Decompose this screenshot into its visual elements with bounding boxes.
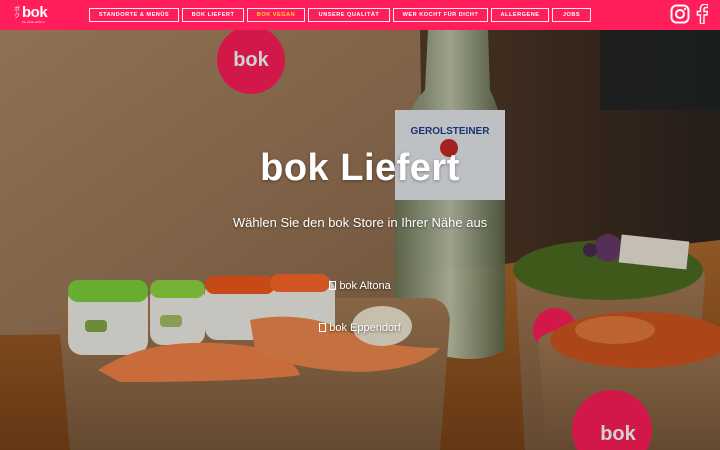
store-label: bok Eppendorf bbox=[329, 322, 401, 334]
instagram-icon[interactable] bbox=[670, 4, 690, 24]
location-pin-icon bbox=[329, 281, 337, 290]
hero-overlay bbox=[0, 30, 720, 450]
nav-bok-vegan[interactable]: bok Vegan bbox=[247, 8, 305, 22]
location-pin-icon bbox=[319, 323, 327, 332]
bok-logo[interactable]: ボク bok the asian kitchen bbox=[14, 4, 54, 24]
nav-allergene[interactable]: Allergene bbox=[491, 8, 549, 22]
store-link-eppendorf[interactable]: bok Eppendorf bbox=[0, 322, 720, 334]
logo-tagline: the asian kitchen bbox=[22, 20, 45, 24]
nav-unsere-qualitaet[interactable]: Unsere Qualität bbox=[308, 8, 390, 22]
page-title: bok Liefert bbox=[260, 147, 460, 189]
page-subtitle: Wählen Sie den bok Store in Ihrer Nähe a… bbox=[232, 215, 488, 230]
social-links bbox=[670, 4, 708, 24]
main-menu: Standorte & Menüs bok Liefert bok Vegan … bbox=[89, 8, 591, 22]
store-label: bok Altona bbox=[339, 280, 391, 292]
top-navigation-bar: ボク bok the asian kitchen Standorte & Men… bbox=[0, 0, 720, 30]
hero-section: bok GEROLSTEINER bok bok Liefert Wählen … bbox=[0, 30, 720, 450]
nav-jobs[interactable]: Jobs bbox=[552, 8, 591, 22]
nav-bok-liefert[interactable]: bok Liefert bbox=[182, 8, 244, 22]
store-link-altona[interactable]: bok Altona bbox=[0, 280, 720, 292]
logo-wordmark: bok bbox=[22, 4, 48, 21]
nav-standorte-menus[interactable]: Standorte & Menüs bbox=[89, 8, 179, 22]
logo-japanese-mark: ボク bbox=[14, 6, 21, 20]
facebook-icon[interactable] bbox=[696, 4, 708, 24]
nav-wer-kocht[interactable]: Wer kocht für dich? bbox=[393, 8, 488, 22]
